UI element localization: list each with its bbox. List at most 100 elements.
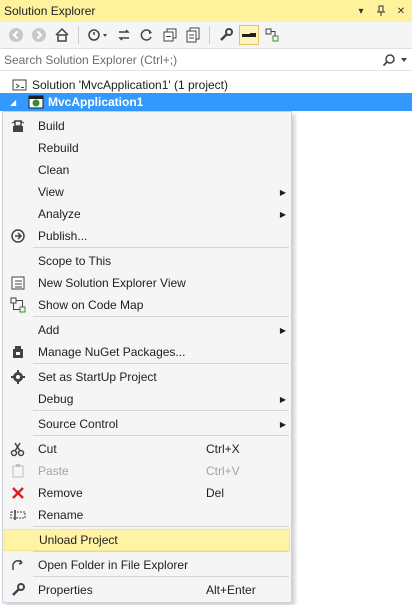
- home-button[interactable]: [52, 25, 72, 45]
- refresh-button[interactable]: [137, 25, 157, 45]
- window-title: Solution Explorer: [4, 4, 96, 18]
- toolbar-separator: [209, 26, 210, 44]
- rename-icon: [4, 504, 32, 526]
- gear-icon: [4, 366, 32, 388]
- code-map-icon: [4, 294, 32, 316]
- menu-item-label: Remove: [38, 486, 83, 500]
- search-bar: [0, 49, 412, 71]
- menu-item-shortcut: Ctrl+V: [206, 464, 240, 478]
- menu-item-manage-nuget-packages[interactable]: Manage NuGet Packages...: [4, 341, 290, 363]
- menu-item-shortcut: Del: [206, 486, 225, 500]
- title-bar: Solution Explorer ▾ ✕: [0, 0, 412, 22]
- menu-item-show-on-code-map[interactable]: Show on Code Map: [4, 294, 290, 316]
- expand-arrow-icon[interactable]: ◢: [10, 98, 22, 107]
- submenu-arrow-icon: ▶: [279, 187, 287, 197]
- menu-item-remove[interactable]: Remove Del: [4, 482, 290, 504]
- window-position-dropdown[interactable]: ▾: [352, 2, 370, 20]
- open-folder-icon: [4, 554, 32, 576]
- menu-icon-slot: [4, 203, 32, 225]
- menu-item-clean[interactable]: Clean: [4, 159, 290, 181]
- class-view-icon: [265, 28, 279, 42]
- menu-item-label: Properties: [38, 583, 93, 597]
- menu-icon-slot: [4, 137, 32, 159]
- menu-item-label: Open Folder in File Explorer: [38, 558, 189, 572]
- menu-icon-slot: [4, 159, 32, 181]
- menu-item-analyze[interactable]: Analyze ▶: [4, 203, 290, 225]
- pending-changes-filter-button[interactable]: [85, 25, 111, 45]
- back-button[interactable]: [6, 25, 26, 45]
- toolbar-separator: [78, 26, 79, 44]
- chevron-down-icon: [401, 57, 407, 62]
- properties-icon: [220, 28, 233, 41]
- menu-item-rebuild[interactable]: Rebuild: [4, 137, 290, 159]
- menu-item-label: Rename: [38, 508, 84, 522]
- show-all-files-button[interactable]: [183, 25, 203, 45]
- forward-icon: [32, 28, 46, 42]
- menu-item-cut[interactable]: Cut Ctrl+X: [4, 438, 290, 460]
- menu-separator: [33, 363, 289, 364]
- menu-item-label: Paste: [38, 464, 69, 478]
- properties-button[interactable]: [216, 25, 236, 45]
- menu-item-unload-project[interactable]: Unload Project: [4, 529, 290, 551]
- preview-selected-items-button[interactable]: [239, 25, 259, 45]
- search-input[interactable]: [4, 52, 378, 67]
- nuget-icon: [4, 341, 32, 363]
- menu-icon-slot: [5, 529, 33, 551]
- paste-icon: [4, 460, 32, 482]
- menu-item-view[interactable]: View ▶: [4, 181, 290, 203]
- menu-item-build[interactable]: Build: [4, 115, 290, 137]
- project-context-menu: Build Rebuild Clean View ▶ Analyze ▶ Publish...…: [2, 111, 292, 603]
- menu-item-rename[interactable]: Rename: [4, 504, 290, 526]
- menu-item-label: Manage NuGet Packages...: [38, 345, 186, 359]
- wrench-icon: [4, 579, 32, 601]
- menu-item-label: Unload Project: [39, 533, 118, 547]
- tree-item-solution[interactable]: Solution 'MvcApplication1' (1 project): [0, 76, 412, 94]
- search-icon: [382, 53, 395, 66]
- menu-item-new-solution-explorer-view[interactable]: New Solution Explorer View: [4, 272, 290, 294]
- back-icon: [9, 28, 23, 42]
- menu-separator: [33, 526, 289, 527]
- sync-button[interactable]: [114, 25, 134, 45]
- menu-item-publish[interactable]: Publish...: [4, 225, 290, 247]
- menu-item-set-as-startup-project[interactable]: Set as StartUp Project: [4, 366, 290, 388]
- auto-hide-pin-button[interactable]: [372, 2, 390, 20]
- menu-separator: [33, 316, 289, 317]
- menu-item-label: Publish...: [38, 229, 88, 243]
- solution-explorer-toolbar: [0, 22, 412, 49]
- menu-item-label: Cut: [38, 442, 57, 456]
- class-view-button[interactable]: [262, 25, 282, 45]
- menu-icon-slot: [4, 319, 32, 341]
- collapse-all-button[interactable]: [160, 25, 180, 45]
- menu-item-label: Analyze: [38, 207, 81, 221]
- menu-item-properties[interactable]: Properties Alt+Enter: [4, 579, 290, 601]
- submenu-arrow-icon: ▶: [279, 325, 287, 335]
- close-button[interactable]: ✕: [392, 2, 410, 20]
- menu-item-debug[interactable]: Debug ▶: [4, 388, 290, 410]
- remove-icon: [4, 482, 32, 504]
- menu-separator: [33, 551, 289, 552]
- menu-item-label: Build: [38, 119, 65, 133]
- cut-icon: [4, 438, 32, 460]
- project-label: MvcApplication1: [48, 95, 144, 109]
- menu-separator: [33, 410, 289, 411]
- menu-item-source-control[interactable]: Source Control ▶: [4, 413, 290, 435]
- menu-item-label: View: [38, 185, 64, 199]
- publish-icon: [4, 225, 32, 247]
- menu-item-scope-to-this[interactable]: Scope to This: [4, 250, 290, 272]
- menu-item-label: Show on Code Map: [38, 298, 144, 312]
- menu-separator: [33, 435, 289, 436]
- menu-item-label: Set as StartUp Project: [38, 370, 157, 384]
- menu-icon-slot: [4, 181, 32, 203]
- collapse-all-icon: [163, 28, 177, 42]
- forward-button[interactable]: [29, 25, 49, 45]
- menu-item-open-folder-in-file-explorer[interactable]: Open Folder in File Explorer: [4, 554, 290, 576]
- menu-item-paste[interactable]: Paste Ctrl+V: [4, 460, 290, 482]
- tree-item-project[interactable]: ◢ MvcApplication1: [0, 93, 412, 111]
- menu-icon-slot: [4, 388, 32, 410]
- menu-item-add[interactable]: Add ▶: [4, 319, 290, 341]
- sync-icon: [118, 29, 130, 41]
- menu-item-shortcut: Alt+Enter: [206, 583, 256, 597]
- search-options-button[interactable]: [378, 53, 412, 67]
- menu-separator: [33, 576, 289, 577]
- menu-icon-slot: [4, 413, 32, 435]
